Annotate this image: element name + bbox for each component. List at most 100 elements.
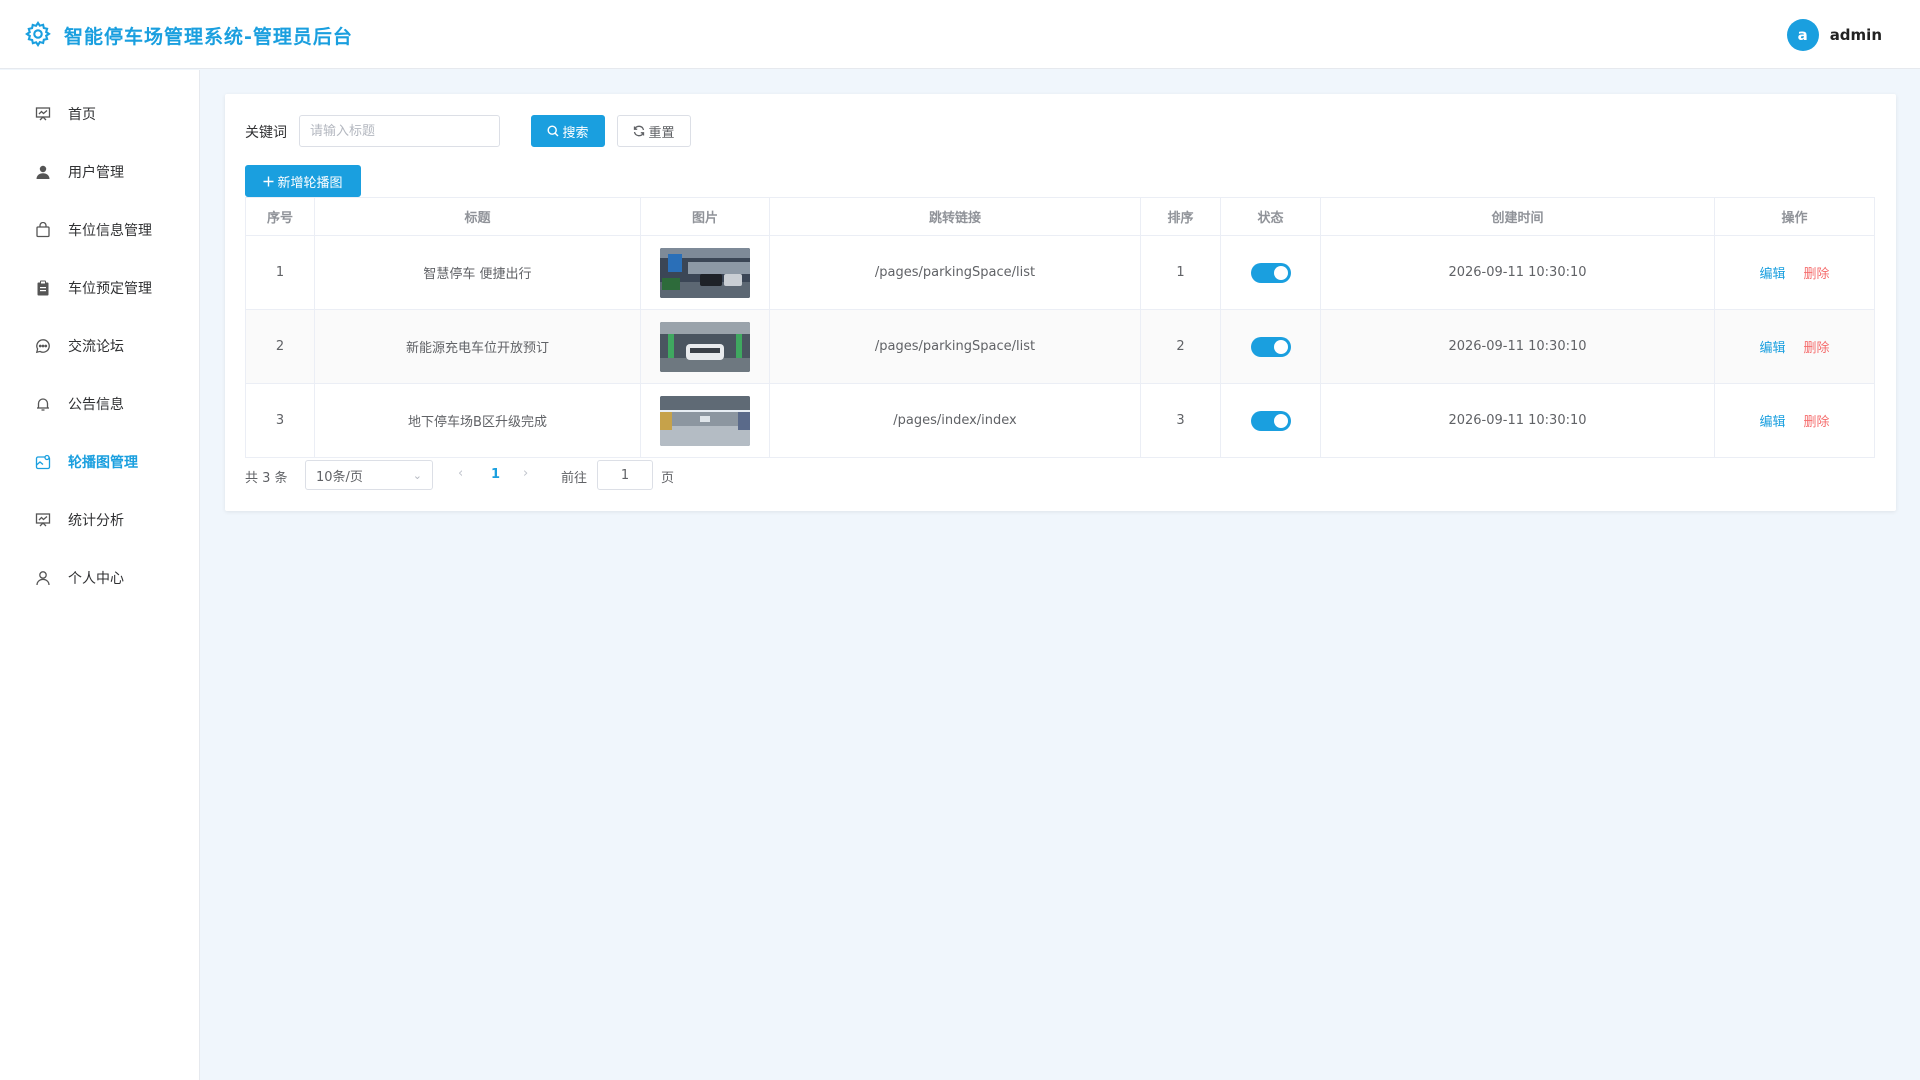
cell-created: 2026-09-11 10:30:10 [1320, 309, 1715, 384]
sidebar-item-reservation[interactable]: 车位预定管理 [0, 266, 199, 310]
status-toggle[interactable] [1250, 262, 1291, 283]
banner-table: 序号 标题 图片 跳转链接 排序 状态 创建时间 操作 1 智慧停车 便捷出行 … [245, 197, 1875, 458]
plus-icon [263, 176, 274, 186]
sidebar-item-statistics[interactable]: 统计分析 [0, 498, 199, 542]
user-menu[interactable]: a admin [1786, 18, 1882, 51]
add-banner-button[interactable]: 新增轮播图 [245, 165, 361, 197]
goto-label: 前往 [561, 471, 588, 486]
reset-button[interactable]: 重置 [617, 115, 691, 147]
status-toggle[interactable] [1250, 336, 1291, 357]
table-header-row: 序号 标题 图片 跳转链接 排序 状态 创建时间 操作 [245, 197, 1875, 236]
column-header: 标题 [314, 197, 641, 236]
banner-thumbnail[interactable] [660, 321, 750, 372]
sidebar-item-profile[interactable]: 个人中心 [0, 556, 199, 600]
column-header: 排序 [1140, 197, 1221, 236]
table-row: 2 新能源充电车位开放预订 /pages/parkingSpace/list 2… [245, 309, 1875, 384]
page-size-select[interactable]: 10条/页 ⌄ [305, 460, 433, 490]
cell-actions: 编辑 删除 [1714, 383, 1875, 458]
prev-page-button[interactable]: ‹ [458, 466, 463, 481]
cell-index: 1 [245, 235, 315, 310]
cell-sort: 1 [1140, 235, 1221, 310]
reset-button-label: 重置 [648, 125, 675, 141]
cell-image [640, 235, 770, 310]
search-icon [547, 125, 559, 137]
page-number[interactable]: 1 [491, 467, 500, 482]
sidebar-item-label: 车位预定管理 [68, 281, 152, 297]
cell-image [640, 383, 770, 458]
sidebar-item-notice[interactable]: 公告信息 [0, 382, 199, 426]
cell-status [1220, 309, 1321, 384]
search-button-label: 搜索 [562, 125, 589, 141]
search-button[interactable]: 搜索 [531, 115, 605, 147]
image-icon [34, 453, 52, 471]
presentation-icon [34, 511, 52, 529]
sidebar-item-label: 用户管理 [68, 165, 124, 181]
cell-status [1220, 383, 1321, 458]
cell-created: 2026-09-11 10:30:10 [1320, 235, 1715, 310]
cell-title: 智慧停车 便捷出行 [314, 235, 641, 310]
username[interactable]: admin [1830, 26, 1882, 44]
next-page-button[interactable]: › [523, 466, 528, 481]
edit-button[interactable]: 编辑 [1759, 341, 1785, 356]
page-size-value: 10条/页 [316, 469, 363, 485]
column-header: 跳转链接 [769, 197, 1141, 236]
cell-title: 地下停车场B区升级完成 [314, 383, 641, 458]
edit-button[interactable]: 编辑 [1759, 267, 1785, 282]
goto-page-input[interactable] [597, 460, 653, 490]
sidebar-item-parking-space[interactable]: 车位信息管理 [0, 208, 199, 252]
cell-title: 新能源充电车位开放预订 [314, 309, 641, 384]
chevron-down-icon: ⌄ [412, 469, 422, 482]
user-outline-icon [34, 569, 52, 587]
sidebar-item-home[interactable]: 首页 [0, 92, 199, 136]
sidebar-item-label: 个人中心 [68, 571, 124, 587]
avatar[interactable]: a [1786, 18, 1819, 51]
cell-actions: 编辑 删除 [1714, 235, 1875, 310]
delete-button[interactable]: 删除 [1804, 341, 1830, 356]
delete-button[interactable]: 删除 [1804, 415, 1830, 430]
cell-sort: 3 [1140, 383, 1221, 458]
banner-thumbnail[interactable] [660, 395, 750, 446]
add-banner-button-label: 新增轮播图 [277, 175, 343, 191]
table-row: 3 地下停车场B区升级完成 /pages/index/index 3 2026-… [245, 383, 1875, 458]
keyword-input[interactable] [299, 115, 500, 147]
column-header: 操作 [1714, 197, 1875, 236]
keyword-label: 关键词 [245, 125, 287, 141]
status-toggle[interactable] [1250, 410, 1291, 431]
column-header: 图片 [640, 197, 770, 236]
cell-link: /pages/parkingSpace/list [769, 309, 1141, 384]
table-row: 1 智慧停车 便捷出行 /pages/parkingSpace/list 1 2… [245, 235, 1875, 310]
sidebar-item-label: 车位信息管理 [68, 223, 152, 239]
sidebar: 首页 用户管理 车位信息管理 车位预定管理 交流论坛 公告信息 轮播图管理 统计… [0, 70, 200, 1080]
delete-button[interactable]: 删除 [1804, 267, 1830, 282]
sidebar-item-banner[interactable]: 轮播图管理 [0, 440, 199, 484]
cell-link: /pages/index/index [769, 383, 1141, 458]
bell-icon [34, 395, 52, 413]
sidebar-item-label: 统计分析 [68, 513, 124, 529]
top-header: 智能停车场管理系统-管理员后台 a admin [0, 0, 1920, 69]
sidebar-item-forum[interactable]: 交流论坛 [0, 324, 199, 368]
clipboard-icon [34, 279, 52, 297]
cell-sort: 2 [1140, 309, 1221, 384]
sidebar-item-label: 轮播图管理 [68, 455, 138, 471]
column-header: 状态 [1220, 197, 1321, 236]
gear-icon[interactable] [24, 20, 52, 48]
cell-image [640, 309, 770, 384]
cell-index: 2 [245, 309, 315, 384]
cell-actions: 编辑 删除 [1714, 309, 1875, 384]
cell-index: 3 [245, 383, 315, 458]
page-suffix: 页 [661, 471, 675, 486]
column-header: 序号 [245, 197, 315, 236]
sidebar-item-label: 首页 [68, 107, 96, 123]
cell-status [1220, 235, 1321, 310]
presentation-icon [34, 105, 52, 123]
sidebar-item-label: 公告信息 [68, 397, 124, 413]
chat-icon [34, 337, 52, 355]
cell-created: 2026-09-11 10:30:10 [1320, 383, 1715, 458]
column-header: 创建时间 [1320, 197, 1715, 236]
sidebar-item-users[interactable]: 用户管理 [0, 150, 199, 194]
bag-icon [34, 221, 52, 239]
banner-thumbnail[interactable] [660, 247, 750, 298]
refresh-icon [634, 125, 645, 137]
pagination-total: 共 3 条 [245, 471, 288, 486]
edit-button[interactable]: 编辑 [1759, 415, 1785, 430]
